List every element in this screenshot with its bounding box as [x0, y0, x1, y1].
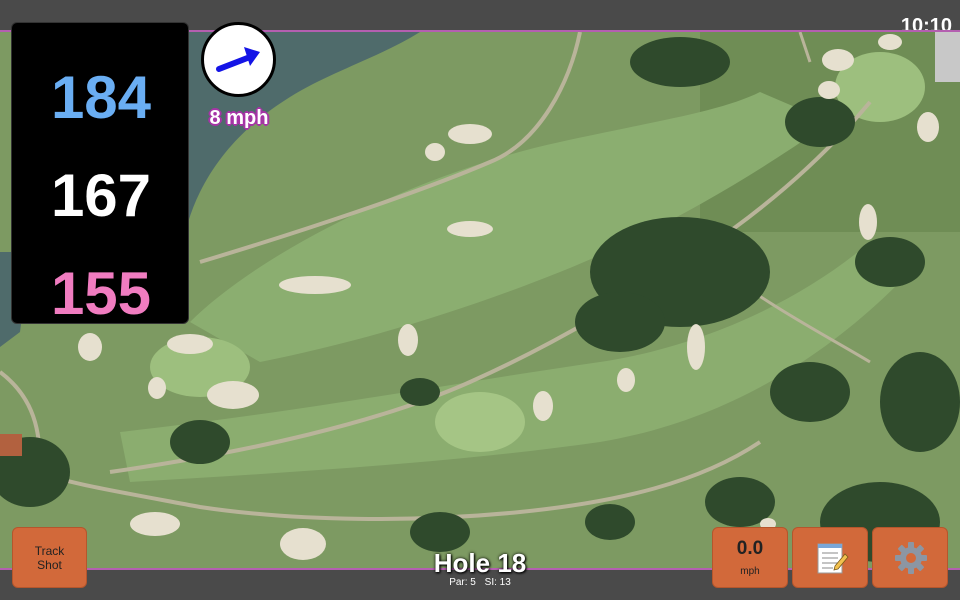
distance-back: 184 [50, 64, 152, 131]
hole-title: Hole 18 [433, 548, 527, 578]
notepad-icon [817, 543, 849, 574]
track-shot-button[interactable]: Track Shot [12, 527, 87, 588]
wind-speed-label: 8 mph [209, 107, 269, 129]
notes-button[interactable] [792, 527, 868, 588]
track-shot-label-line2: Shot [37, 557, 62, 572]
settings-button[interactable] [872, 527, 948, 588]
arrow-icon [216, 47, 260, 72]
gear-icon [895, 542, 927, 574]
wind-direction-indicator [201, 22, 276, 97]
wind-value: 0.0 [736, 538, 764, 559]
distance-middle: 167 [50, 162, 152, 229]
wind-unit: mph [740, 566, 760, 577]
stroke-index-label: SI: 13 [484, 577, 511, 588]
distance-front: 155 [50, 260, 152, 327]
distance-panel: 184 167 155 [11, 22, 189, 327]
track-shot-label-line1: Track [34, 543, 65, 558]
wind-button[interactable]: 0.0 mph [712, 527, 788, 588]
par-label: Par: 5 [449, 577, 476, 588]
hole-meta: Par: 5 SI: 13 [380, 577, 580, 588]
